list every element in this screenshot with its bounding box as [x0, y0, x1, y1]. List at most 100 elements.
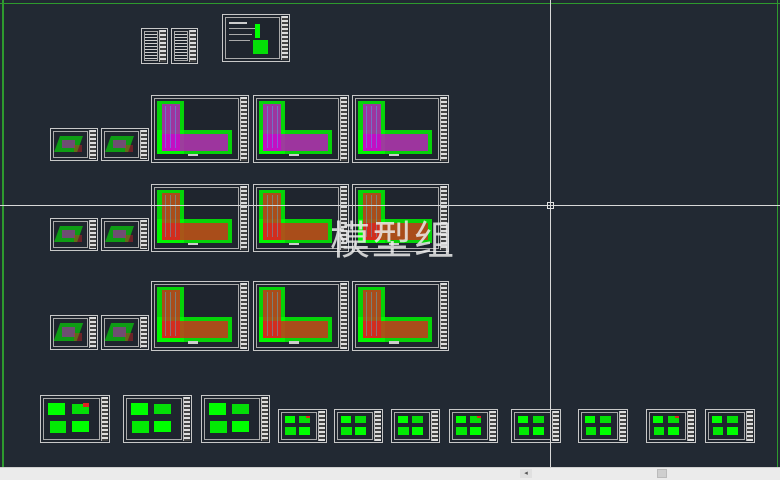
- sheet-border: [225, 17, 280, 59]
- title-block: [340, 283, 347, 349]
- drawing-sheet[interactable]: [578, 409, 628, 443]
- drawing-linework: [228, 40, 250, 42]
- drawing-sheet[interactable]: [50, 218, 98, 251]
- drawing-sheet[interactable]: [50, 128, 98, 161]
- drawing-linework: [285, 427, 296, 436]
- sheet-border: [394, 412, 430, 440]
- title-block: [340, 97, 347, 161]
- title-block: [552, 411, 559, 441]
- drawing-linework: [124, 234, 134, 242]
- drawing-linework: [131, 403, 148, 415]
- drawing-linework: [228, 22, 248, 24]
- sheet-border: [126, 398, 182, 440]
- drawing-linework: [48, 403, 65, 415]
- drawing-sheet[interactable]: [334, 409, 383, 443]
- frame-right-line: [777, 0, 778, 467]
- title-block: [261, 397, 268, 441]
- drawing-sheet[interactable]: [201, 395, 270, 443]
- drawing-sheet[interactable]: [101, 128, 149, 161]
- sheet-border: [649, 412, 686, 440]
- crosshair-pickbox: [547, 202, 554, 209]
- drawing-sheet[interactable]: [253, 95, 349, 163]
- drawing-linework: [365, 106, 378, 149]
- drawing-linework: [266, 292, 279, 336]
- title-block: [440, 97, 447, 161]
- drawing-linework: [456, 427, 467, 436]
- drawing-linework: [266, 106, 279, 149]
- drawing-linework: [164, 106, 177, 149]
- drawing-sheet[interactable]: [449, 409, 498, 443]
- drawing-linework: [532, 416, 544, 423]
- title-block: [101, 397, 108, 441]
- title-block: [140, 317, 147, 348]
- drawing-linework: [726, 427, 738, 435]
- drawing-linework: [674, 415, 679, 419]
- drawing-linework: [188, 242, 199, 245]
- sheet-border: [514, 412, 551, 440]
- drawing-sheet[interactable]: [101, 315, 149, 350]
- sheet-border: [43, 398, 100, 440]
- sheet-border: [204, 398, 260, 440]
- sheet-border: [154, 284, 239, 348]
- drawing-sheet[interactable]: [511, 409, 561, 443]
- sheet-border: [154, 187, 239, 249]
- drawing-linework: [132, 421, 149, 433]
- drawing-sheet[interactable]: [352, 95, 449, 163]
- drawing-linework: [398, 427, 409, 436]
- title-block: [140, 220, 147, 249]
- drawing-sheet[interactable]: [391, 409, 440, 443]
- drawing-sheet[interactable]: [151, 281, 249, 351]
- drawing-linework: [266, 195, 279, 238]
- drawing-linework: [341, 427, 352, 436]
- drawing-sheet[interactable]: [253, 281, 349, 351]
- drawing-linework: [154, 403, 172, 414]
- drawing-sheet[interactable]: [101, 218, 149, 251]
- drawing-linework: [73, 332, 83, 341]
- drawing-linework: [71, 421, 90, 433]
- title-block: [489, 411, 496, 441]
- drawing-canvas[interactable]: 模型组: [0, 0, 780, 467]
- sheet-border: [256, 98, 339, 160]
- drawing-sheet[interactable]: [222, 14, 290, 62]
- drawing-sheet[interactable]: [141, 28, 168, 64]
- drawing-linework: [388, 341, 399, 344]
- title-block: [318, 411, 325, 441]
- horizontal-scrollbar[interactable]: ◂: [0, 467, 780, 480]
- drawing-sheet[interactable]: [278, 409, 327, 443]
- drawing-linework: [188, 341, 199, 344]
- title-block: [89, 130, 96, 159]
- drawing-linework: [726, 416, 738, 423]
- title-block: [746, 411, 753, 441]
- title-block: [240, 283, 247, 349]
- drawing-linework: [154, 421, 172, 433]
- title-block: [440, 283, 447, 349]
- scroll-thumb[interactable]: [657, 469, 667, 478]
- drawing-sheet[interactable]: [151, 95, 249, 163]
- drawing-linework: [355, 427, 366, 435]
- drawing-sheet[interactable]: [352, 281, 449, 351]
- drawing-linework: [476, 415, 481, 419]
- sheet-border: [355, 284, 439, 348]
- drawing-linework: [188, 153, 199, 156]
- title-block: [89, 317, 96, 348]
- drawing-sheet[interactable]: [646, 409, 696, 443]
- scroll-left-button[interactable]: ◂: [520, 469, 532, 478]
- drawing-linework: [518, 427, 529, 436]
- drawing-linework: [711, 415, 723, 424]
- drawing-sheet[interactable]: [151, 184, 249, 252]
- drawing-linework: [397, 415, 408, 424]
- drawing-linework: [653, 427, 664, 436]
- drawing-sheet[interactable]: [705, 409, 755, 443]
- sheet-border: [256, 187, 339, 249]
- sheet-border: [104, 318, 139, 347]
- drawing-linework: [412, 427, 423, 435]
- drawing-sheet[interactable]: [50, 315, 98, 350]
- drawing-linework: [584, 415, 596, 424]
- drawing-linework: [82, 403, 90, 407]
- drawing-sheet[interactable]: [123, 395, 192, 443]
- drawing-linework: [232, 403, 250, 414]
- drawing-linework: [73, 144, 83, 152]
- drawing-sheet[interactable]: [40, 395, 110, 443]
- title-block: [183, 397, 190, 441]
- drawing-sheet[interactable]: [171, 28, 198, 64]
